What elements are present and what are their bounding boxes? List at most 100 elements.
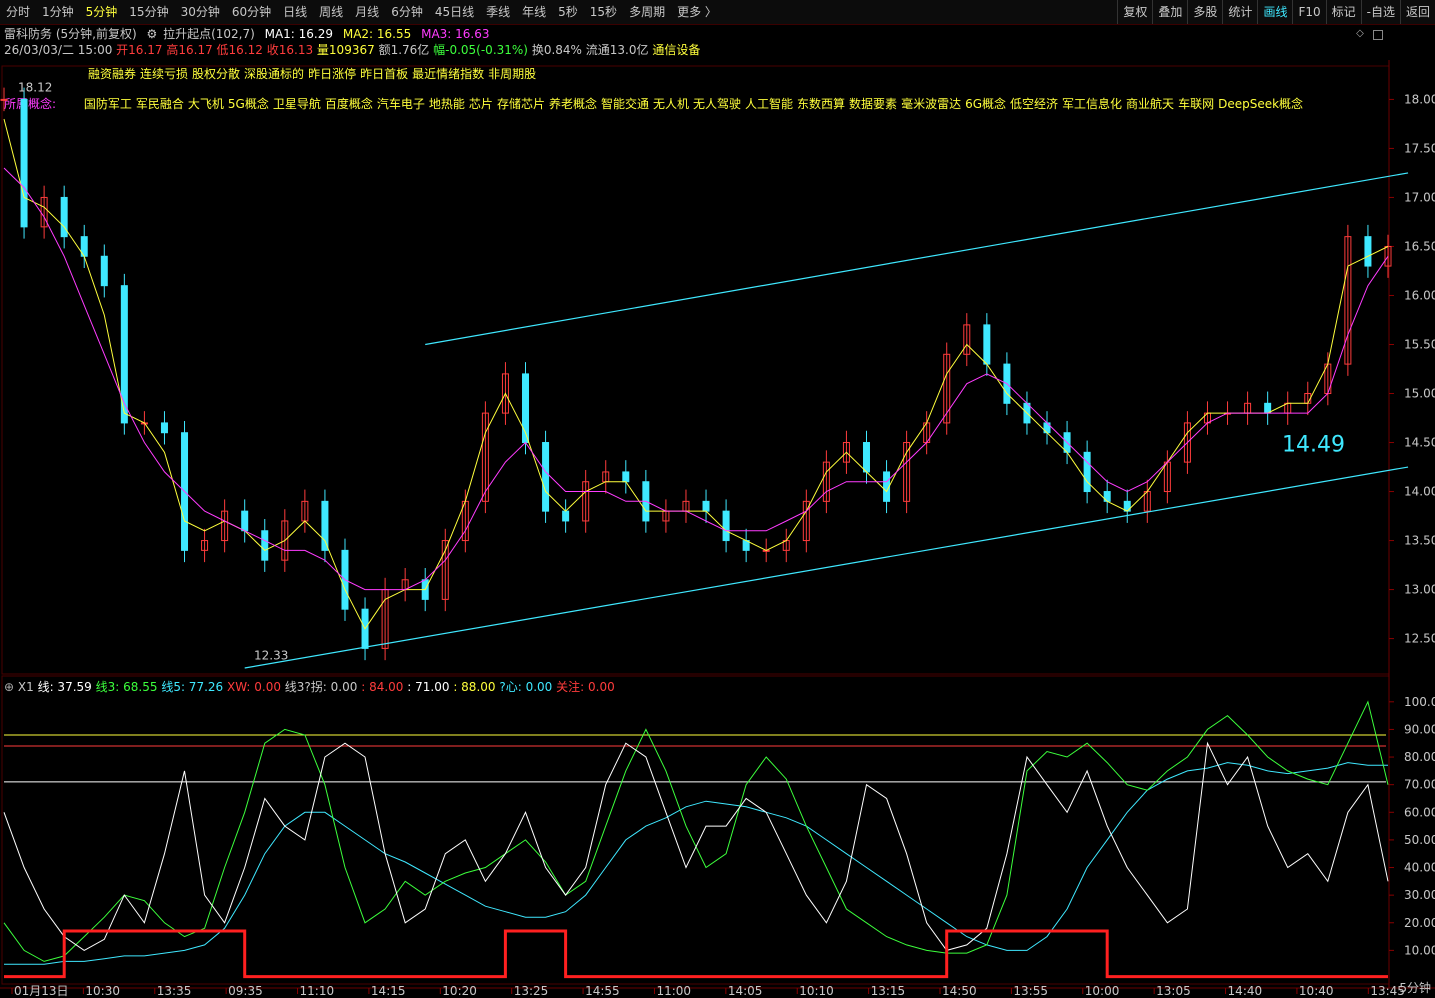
period-tab-6[interactable]: 日线 bbox=[277, 0, 313, 24]
quote-amount: 额1.76亿 bbox=[378, 43, 430, 57]
indicator-line5 bbox=[4, 762, 1388, 965]
period-tab-0[interactable]: 分时 bbox=[0, 0, 36, 24]
candle-body bbox=[0, 98, 8, 101]
tool-button-7[interactable]: -自选 bbox=[1360, 0, 1400, 24]
ind-ytick-label: 60.00 bbox=[1404, 805, 1435, 819]
indicator-name[interactable]: 拉升起点(102,7) bbox=[163, 27, 255, 41]
ma-long-line bbox=[3, 167, 1389, 591]
max-price-label: 18.12 bbox=[18, 81, 52, 95]
tool-button-1[interactable]: 叠加 bbox=[1152, 0, 1187, 24]
indicator-title: X1 bbox=[17, 680, 34, 694]
ma-short-line bbox=[3, 118, 1389, 630]
ytick-label: 15.50 bbox=[1404, 337, 1435, 351]
tool-button-6[interactable]: 标记 bbox=[1325, 0, 1361, 24]
ind-ytick-label: 30.00 bbox=[1404, 888, 1435, 902]
xtick-label: 14:15 bbox=[371, 984, 406, 998]
period-tab-15[interactable]: 多周期 bbox=[623, 0, 671, 24]
candle-body bbox=[722, 510, 730, 542]
period-tab-14[interactable]: 15秒 bbox=[584, 0, 623, 24]
period-tab-12[interactable]: 年线 bbox=[516, 0, 552, 24]
ind-xw: XW: 0.00 bbox=[227, 680, 281, 694]
quote-change: 幅-0.05(-0.31%) bbox=[433, 43, 528, 57]
ind-focus: 关注: 0.00 bbox=[556, 680, 615, 694]
ytick-label: 15.00 bbox=[1404, 387, 1435, 401]
ind-ytick-label: 70.00 bbox=[1404, 778, 1435, 792]
tool-button-5[interactable]: F10 bbox=[1292, 0, 1325, 24]
ytick-label: 14.50 bbox=[1404, 436, 1435, 450]
xtick-label: 11:10 bbox=[300, 984, 335, 998]
xtick-label: 14:05 bbox=[728, 984, 763, 998]
stock-name: 雷科防务 (5分钟,前复权) bbox=[4, 27, 137, 41]
xtick-label: 13:25 bbox=[514, 984, 549, 998]
quote-industry: 通信设备 bbox=[652, 43, 701, 57]
period-label: 5分钟 bbox=[1399, 981, 1431, 995]
period-tab-8[interactable]: 月线 bbox=[349, 0, 385, 24]
ind-ytick-label: 50.00 bbox=[1404, 833, 1435, 847]
xtick-label: 14:40 bbox=[1228, 984, 1263, 998]
xtick-label: 10:30 bbox=[85, 984, 120, 998]
tool-button-2[interactable]: 多股 bbox=[1187, 0, 1222, 24]
ind-71: : 71.00 bbox=[407, 680, 450, 694]
ytick-label: 12.50 bbox=[1404, 632, 1435, 646]
quote-volume: 量109367 bbox=[316, 43, 375, 57]
indicator-header: ⊕ X1 线: 37.59 线3: 68.55 线5: 77.26 XW: 0.… bbox=[4, 678, 615, 695]
xtick-label: 14:50 bbox=[942, 984, 977, 998]
maximize-icon[interactable] bbox=[1373, 30, 1383, 40]
period-tab-16[interactable]: 更多 〉 bbox=[671, 0, 723, 24]
stock-header: 雷科防务 (5分钟,前复权) ⚙ 拉升起点(102,7) MA1: 16.29 … bbox=[4, 25, 490, 42]
candle-body bbox=[160, 422, 168, 434]
ind-line3: 线3: 68.55 bbox=[95, 680, 158, 694]
ind-ytick-label: 80.00 bbox=[1404, 750, 1435, 764]
tool-button-8[interactable]: 返回 bbox=[1399, 0, 1435, 24]
ytick-label: 17.00 bbox=[1404, 190, 1435, 204]
tool-button-4[interactable]: 画线 bbox=[1257, 0, 1292, 24]
indicator-line3 bbox=[3, 700, 1389, 962]
quote-high: 高16.17 bbox=[166, 43, 213, 57]
period-tab-7[interactable]: 周线 bbox=[313, 0, 349, 24]
ind-ytick-label: 90.00 bbox=[1404, 722, 1435, 736]
ind-88: : 88.00 bbox=[453, 680, 496, 694]
candle-body bbox=[622, 471, 630, 483]
ind-heart: ?心: 0.00 bbox=[499, 680, 553, 694]
collapse-icon[interactable]: ⊕ bbox=[4, 680, 14, 694]
tool-button-0[interactable]: 复权 bbox=[1117, 0, 1152, 24]
ma1-value: MA1: 16.29 bbox=[264, 27, 334, 41]
quote-close: 收16.13 bbox=[266, 43, 314, 57]
ind-ytick-label: 10.00 bbox=[1404, 943, 1435, 957]
period-tab-4[interactable]: 30分钟 bbox=[175, 0, 226, 24]
period-tab-1[interactable]: 1分钟 bbox=[36, 0, 80, 24]
indicator-icon[interactable]: ⚙ bbox=[146, 27, 157, 41]
candle-body bbox=[261, 530, 269, 561]
tool-button-3[interactable]: 统计 bbox=[1222, 0, 1257, 24]
quote-low: 低16.12 bbox=[216, 43, 263, 57]
period-tab-11[interactable]: 季线 bbox=[480, 0, 516, 24]
xtick-label: 09:35 bbox=[228, 984, 263, 998]
candle-body bbox=[562, 510, 570, 522]
ytick-label: 16.00 bbox=[1404, 288, 1435, 302]
period-tab-2[interactable]: 5分钟 bbox=[80, 0, 124, 24]
xtick-label: 11:00 bbox=[656, 984, 691, 998]
channel-upper-line bbox=[425, 172, 1409, 346]
minimize-icon[interactable]: ◇ bbox=[1354, 28, 1366, 40]
period-tab-13[interactable]: 5秒 bbox=[552, 0, 584, 24]
period-tab-5[interactable]: 60分钟 bbox=[226, 0, 277, 24]
ind-turn: 线3?拐: 0.00 bbox=[284, 680, 358, 694]
quote-date: 26/03/03/二 15:00 bbox=[4, 43, 113, 57]
right-toolbar: 复权 叠加 多股 统计 画线 F10 标记 -自选 返回 bbox=[1117, 0, 1435, 24]
xtick-label: 13:35 bbox=[157, 984, 192, 998]
drawn-price-note: 14.49 bbox=[1282, 433, 1345, 458]
period-tab-3[interactable]: 15分钟 bbox=[123, 0, 174, 24]
min-price-label: 12.33 bbox=[254, 648, 288, 662]
xtick-label: 10:00 bbox=[1085, 984, 1120, 998]
ytick-label: 18.00 bbox=[1404, 92, 1435, 106]
period-tab-10[interactable]: 45日线 bbox=[429, 0, 480, 24]
candle-body bbox=[20, 98, 28, 228]
ind-line1: 线: 37.59 bbox=[37, 680, 92, 694]
price-chart[interactable]: 12.50 13.00 13.50 14.00 14.50 15.00 15.50 16.00… bbox=[0, 60, 1435, 998]
ma2-value: MA2: 16.55 bbox=[342, 27, 412, 41]
ytick-label: 13.50 bbox=[1404, 534, 1435, 548]
ytick-label: 14.00 bbox=[1404, 485, 1435, 499]
ind-ytick-label: 20.00 bbox=[1404, 916, 1435, 930]
ytick-label: 16.50 bbox=[1404, 239, 1435, 253]
period-tab-9[interactable]: 6分钟 bbox=[385, 0, 429, 24]
